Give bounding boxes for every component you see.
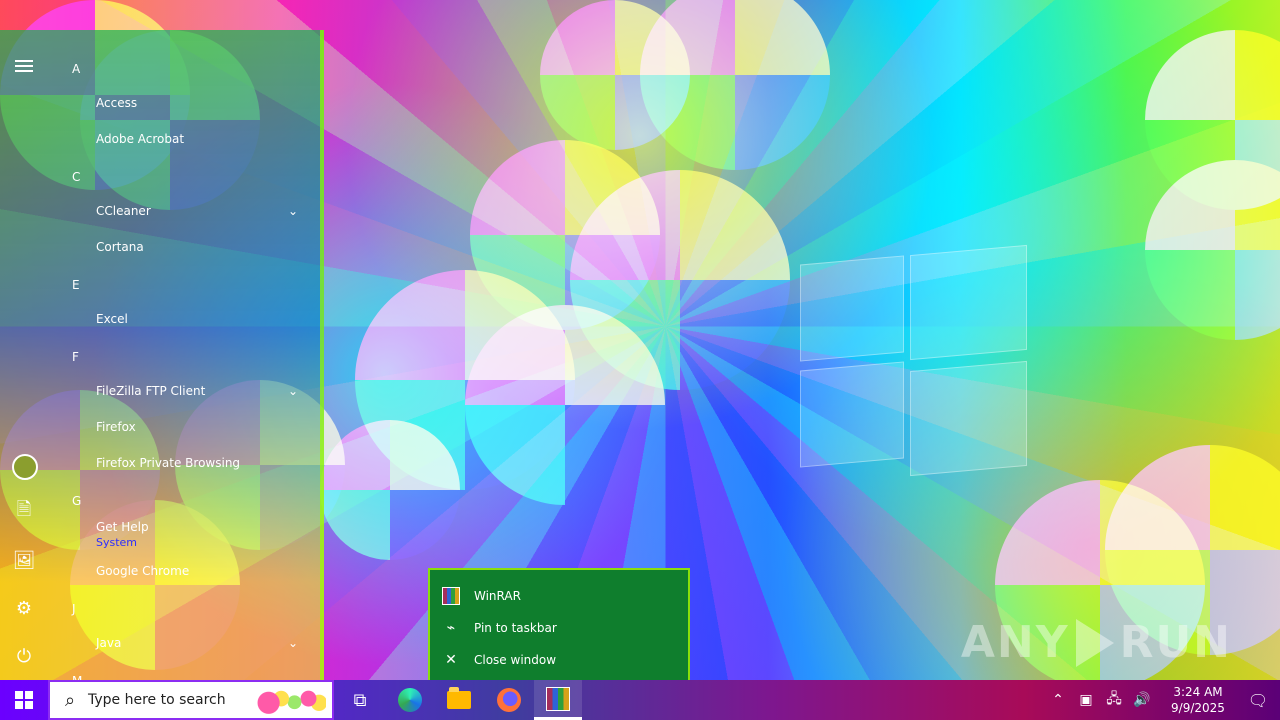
app-get-help[interactable]: Get Help <box>96 520 149 534</box>
chevron-down-icon[interactable]: ⌄ <box>288 384 298 398</box>
play-icon <box>1075 618 1114 667</box>
app-google-chrome[interactable]: Google Chrome <box>96 564 189 578</box>
watermark-right: RUN <box>1119 617 1232 668</box>
winrar-taskbar-button[interactable] <box>534 680 582 720</box>
search-placeholder: Type here to search <box>88 692 226 708</box>
close-icon: ✕ <box>445 652 457 668</box>
windows-logo-pane <box>910 360 1027 477</box>
context-item-close-window[interactable]: ✕ Close window <box>442 646 556 674</box>
firefox-taskbar-button[interactable] <box>485 680 533 720</box>
system-tray: ⌃ ▣ 🖧 🔊 3:24 AM 9/9/2025 🗨 <box>1044 680 1280 720</box>
taskbar-search-box[interactable]: ⌕ Type here to search <box>48 680 334 720</box>
winrar-icon <box>442 587 460 605</box>
app-system-label: System <box>96 536 138 549</box>
documents-button[interactable]: 🗎 <box>12 499 36 524</box>
search-highlight-graphic <box>256 686 326 714</box>
notifications-icon: 🗨 <box>1247 690 1269 710</box>
windows-start-icon <box>15 691 33 709</box>
app-access[interactable]: Access <box>96 96 137 110</box>
start-rail: 🗎 🖼 ⚙ ⏻ <box>0 30 48 680</box>
watermark-left: ANY <box>960 617 1070 668</box>
pictures-icon: 🖼 <box>12 549 36 571</box>
hamburger-icon <box>15 57 33 75</box>
start-app-list: A Access Adobe Acrobat C CCleaner ⌄ Cort… <box>48 30 312 688</box>
hamburger-menu-button[interactable] <box>12 54 36 78</box>
section-letter-a[interactable]: A <box>72 62 80 76</box>
context-item-winrar[interactable]: WinRAR <box>442 582 521 610</box>
time-label: 3:24 AM <box>1173 685 1223 699</box>
section-letter-f[interactable]: F <box>72 350 79 364</box>
power-button[interactable]: ⏻ <box>12 644 36 668</box>
app-firefox[interactable]: Firefox <box>96 420 136 434</box>
app-excel[interactable]: Excel <box>96 312 128 326</box>
anyrun-watermark: ANY RUN <box>961 617 1232 668</box>
chevron-down-icon[interactable]: ⌄ <box>288 636 298 650</box>
context-item-label: Pin to taskbar <box>474 621 557 635</box>
context-item-pin-to-taskbar[interactable]: ⌁ Pin to taskbar <box>442 614 557 642</box>
volume-icon[interactable]: 🔊 <box>1130 692 1154 708</box>
start-button[interactable] <box>0 680 48 720</box>
start-menu: 🗎 🖼 ⚙ ⏻ A Access Adobe Acrobat C CCleane… <box>0 30 324 688</box>
date-label: 9/9/2025 <box>1171 701 1225 715</box>
power-icon: ⏻ <box>16 645 32 667</box>
show-hidden-icons-icon[interactable]: ⌃ <box>1046 692 1070 708</box>
document-icon: 🗎 <box>16 499 32 520</box>
task-view-button[interactable]: ⧉ <box>336 680 384 720</box>
context-item-label: WinRAR <box>474 589 521 603</box>
clock[interactable]: 3:24 AM 9/9/2025 <box>1160 684 1236 716</box>
gear-icon: ⚙ <box>15 597 33 619</box>
task-view-icon: ⧉ <box>353 689 367 711</box>
app-filezilla-ftp-client[interactable]: FileZilla FTP Client <box>96 384 205 398</box>
settings-button[interactable]: ⚙ <box>12 596 36 620</box>
app-java[interactable]: Java <box>96 636 121 650</box>
app-adobe-acrobat[interactable]: Adobe Acrobat <box>96 132 184 146</box>
section-letter-e[interactable]: E <box>72 278 80 292</box>
windows-logo-pane <box>800 361 904 468</box>
usb-icon[interactable]: ▣ <box>1074 692 1098 708</box>
context-item-label: Close window <box>474 653 557 667</box>
firefox-icon <box>497 688 521 712</box>
file-explorer-taskbar-button[interactable] <box>435 680 483 720</box>
windows-logo-pane <box>800 255 904 362</box>
windows-logo-pane <box>910 244 1027 361</box>
section-letter-c[interactable]: C <box>72 170 80 184</box>
taskbar-context-menu: WinRAR ⌁ Pin to taskbar ✕ Close window <box>428 568 690 684</box>
pictures-button[interactable]: 🖼 <box>12 548 36 572</box>
avatar-button[interactable] <box>12 454 38 480</box>
section-letter-g[interactable]: G <box>72 494 81 508</box>
edge-icon <box>398 688 422 712</box>
windows-logo-overlay <box>800 244 1030 478</box>
app-cortana[interactable]: Cortana <box>96 240 144 254</box>
pin-icon: ⌁ <box>446 620 456 636</box>
app-ccleaner[interactable]: CCleaner <box>96 204 151 218</box>
taskbar: ⌕ Type here to search ⧉ ⌃ ▣ 🖧 🔊 3:24 AM … <box>0 680 1280 720</box>
notifications-button[interactable]: 🗨 <box>1236 691 1280 710</box>
network-icon[interactable]: 🖧 <box>1102 688 1126 712</box>
edge-taskbar-button[interactable] <box>386 680 434 720</box>
wallpaper-circle <box>465 305 665 505</box>
app-firefox-private-browsing[interactable]: Firefox Private Browsing <box>96 456 240 470</box>
search-icon: ⌕ <box>64 689 76 711</box>
section-letter-j[interactable]: J <box>72 602 76 616</box>
folder-icon <box>447 687 471 709</box>
winrar-icon <box>546 686 570 711</box>
chevron-down-icon[interactable]: ⌄ <box>288 204 298 218</box>
